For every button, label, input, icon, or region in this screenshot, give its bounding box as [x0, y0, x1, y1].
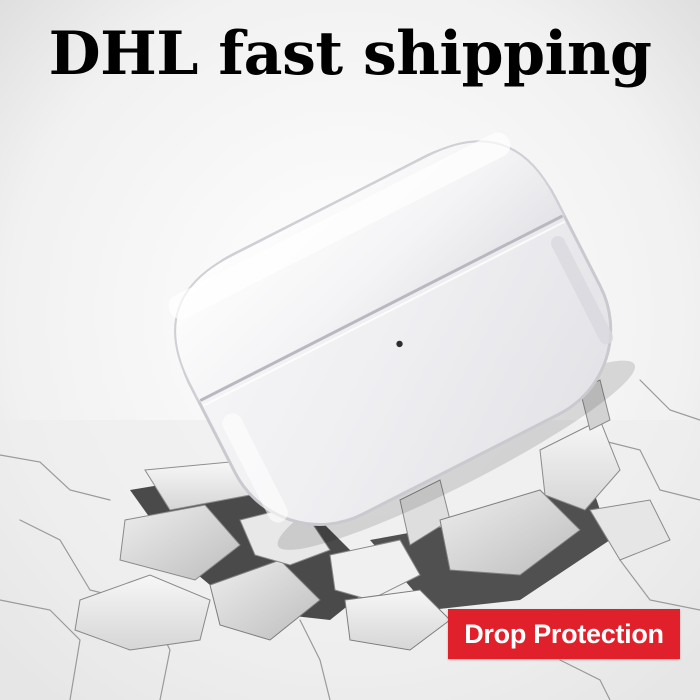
- drop-protection-badge: Drop Protection: [448, 609, 680, 659]
- badge-label: Drop Protection: [464, 618, 664, 649]
- headline: DHL fast shipping: [48, 19, 652, 89]
- product-photo: [0, 0, 700, 700]
